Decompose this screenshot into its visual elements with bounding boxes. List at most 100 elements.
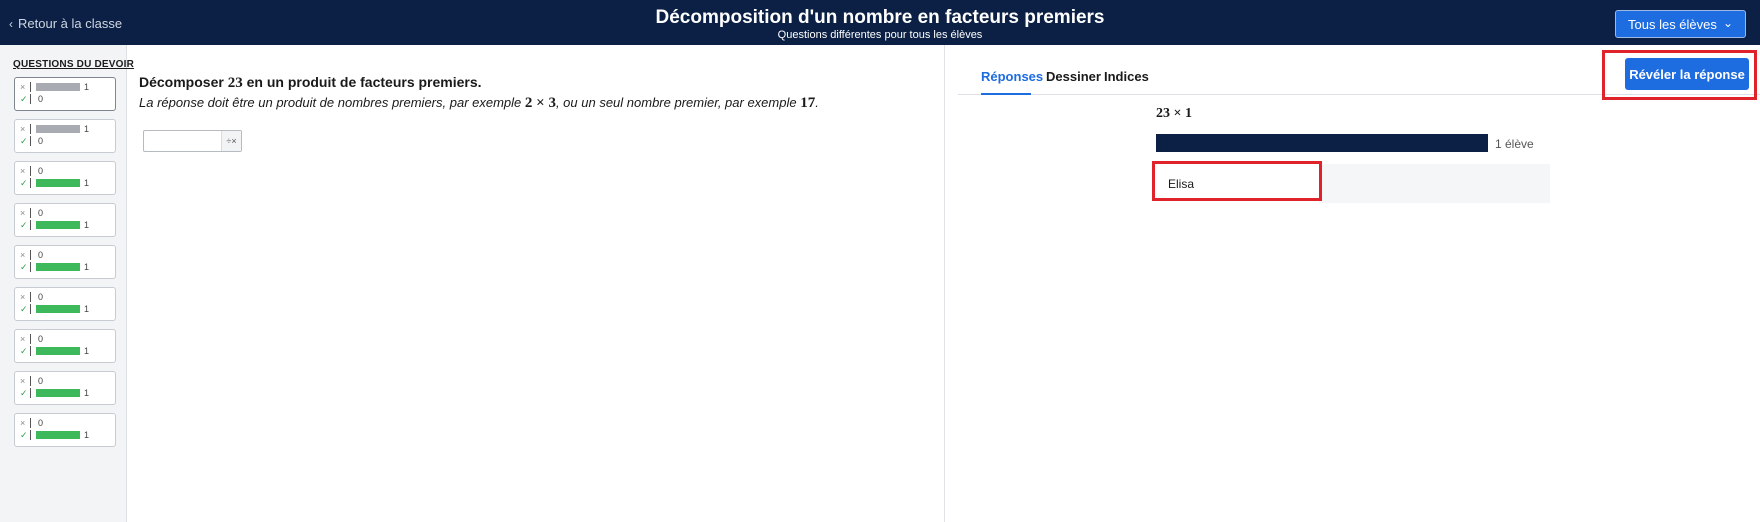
- question-card[interactable]: × 1 ✓ 0: [14, 119, 116, 153]
- row-separator: [30, 334, 31, 344]
- correct-bar: [36, 221, 80, 229]
- correct-row: ✓ 1: [20, 177, 89, 189]
- chevron-down-icon: ⌄: [1722, 16, 1733, 30]
- cross-icon: ×: [20, 124, 26, 134]
- check-icon: ✓: [20, 93, 28, 104]
- correct-bar: [36, 347, 80, 355]
- cross-icon: ×: [20, 292, 26, 302]
- correct-count: 0: [38, 94, 44, 104]
- incorrect-count: 1: [84, 124, 90, 134]
- correct-row: ✓ 1: [20, 387, 89, 399]
- check-icon: ✓: [20, 387, 28, 398]
- response-expression: 23 × 1: [1156, 106, 1192, 121]
- incorrect-row: × 0: [20, 333, 43, 345]
- correct-row: ✓ 1: [20, 219, 89, 231]
- incorrect-row: × 0: [20, 375, 43, 387]
- row-separator: [30, 262, 31, 272]
- check-icon: ✓: [20, 345, 28, 356]
- title-block: Décomposition d'un nombre en facteurs pr…: [0, 7, 1760, 42]
- row-separator: [30, 346, 31, 356]
- row-separator: [30, 418, 31, 428]
- questions-sidebar: QUESTIONS DU DEVOIR × 1 ✓ 0 × 1 ✓ 0 × 0 ✓ 1 × 0 ✓ 1 × 0 ✓ 1…: [0, 45, 134, 522]
- row-separator: [30, 304, 31, 314]
- cross-icon: ×: [20, 166, 26, 176]
- incorrect-bar: [36, 83, 80, 91]
- row-separator: [30, 166, 31, 176]
- student-name: Elisa: [1168, 177, 1195, 191]
- correct-row: ✓ 1: [20, 429, 89, 441]
- incorrect-row: × 1: [20, 123, 89, 135]
- question-card[interactable]: × 0 ✓ 1: [14, 203, 116, 237]
- cross-icon: ×: [20, 250, 26, 260]
- row-separator: [30, 388, 31, 398]
- incorrect-row: × 0: [20, 291, 43, 303]
- row-separator: [30, 208, 31, 218]
- question-card[interactable]: × 0 ✓ 1: [14, 287, 116, 321]
- cross-icon: ×: [20, 82, 26, 92]
- question-text: Décomposer 23 en un produit de facteurs …: [139, 74, 819, 112]
- check-icon: ✓: [20, 177, 28, 188]
- answer-input[interactable]: ÷×: [143, 130, 242, 152]
- panel-divider: [944, 45, 945, 522]
- correct-bar: [36, 263, 80, 271]
- tab-draw[interactable]: Dessiner: [1046, 69, 1101, 84]
- question-card[interactable]: × 0 ✓ 1: [14, 245, 116, 279]
- prompt-after: en un produit de facteurs premiers.: [242, 74, 482, 90]
- check-icon: ✓: [20, 219, 28, 230]
- correct-bar: [36, 179, 80, 187]
- correct-row: ✓ 0: [20, 135, 43, 147]
- correct-row: ✓ 0: [20, 93, 43, 105]
- reveal-answer-button[interactable]: Révéler la réponse: [1625, 58, 1749, 90]
- incorrect-count: 0: [38, 208, 44, 218]
- incorrect-row: × 0: [20, 417, 43, 429]
- row-separator: [30, 292, 31, 302]
- response-count-bar: [1156, 134, 1488, 152]
- question-hint: La réponse doit être un produit de nombr…: [139, 95, 819, 112]
- incorrect-row: × 0: [20, 165, 43, 177]
- correct-row: ✓ 1: [20, 345, 89, 357]
- row-separator: [30, 376, 31, 386]
- correct-count: 1: [84, 262, 90, 272]
- incorrect-count: 0: [38, 376, 44, 386]
- question-prompt: Décomposer 23 en un produit de facteurs …: [139, 74, 819, 92]
- question-card[interactable]: × 1 ✓ 0: [14, 77, 116, 111]
- row-separator: [30, 124, 31, 134]
- row-separator: [30, 220, 31, 230]
- student-filter-dropdown[interactable]: Tous les élèves ⌄: [1615, 10, 1746, 38]
- hint-example2: 17: [800, 95, 816, 111]
- correct-bar: [36, 389, 80, 397]
- check-icon: ✓: [20, 303, 28, 314]
- question-card[interactable]: × 0 ✓ 1: [14, 161, 116, 195]
- question-card[interactable]: × 0 ✓ 1: [14, 413, 116, 447]
- row-separator: [30, 250, 31, 260]
- row-separator: [30, 82, 31, 92]
- cross-icon: ×: [20, 418, 26, 428]
- incorrect-row: × 1: [20, 81, 89, 93]
- correct-row: ✓ 1: [20, 261, 89, 273]
- row-separator: [30, 136, 31, 146]
- incorrect-count: 0: [38, 418, 44, 428]
- incorrect-count: 0: [38, 334, 44, 344]
- math-keypad-icon[interactable]: ÷×: [221, 131, 241, 151]
- correct-count: 1: [84, 430, 90, 440]
- tab-hints[interactable]: Indices: [1104, 69, 1149, 84]
- correct-bar: [36, 305, 80, 313]
- cross-icon: ×: [20, 208, 26, 218]
- correct-count: 1: [84, 220, 90, 230]
- prompt-before: Décomposer: [139, 74, 228, 90]
- hint-part3: .: [815, 95, 819, 110]
- hint-part2: , ou un seul nombre premier, par exemple: [555, 95, 801, 110]
- check-icon: ✓: [20, 135, 28, 146]
- question-card[interactable]: × 0 ✓ 1: [14, 329, 116, 363]
- cross-icon: ×: [20, 334, 26, 344]
- question-card[interactable]: × 0 ✓ 1: [14, 371, 116, 405]
- row-separator: [30, 178, 31, 188]
- row-separator: [30, 430, 31, 440]
- incorrect-count: 0: [38, 250, 44, 260]
- incorrect-count: 0: [38, 166, 44, 176]
- tab-responses[interactable]: Réponses: [981, 69, 1043, 84]
- incorrect-count: 1: [84, 82, 90, 92]
- page-title: Décomposition d'un nombre en facteurs pr…: [655, 7, 1105, 28]
- top-header: ‹ Retour à la classe Décomposition d'un …: [0, 0, 1760, 45]
- row-separator: [30, 94, 31, 104]
